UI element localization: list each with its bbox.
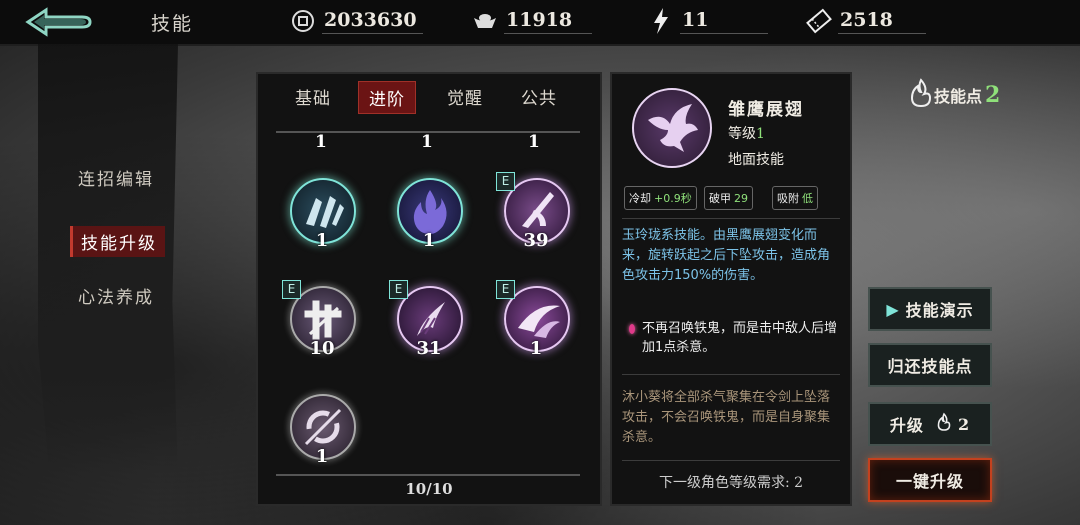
detail-divider [622, 374, 840, 375]
coin-value: 2033630 [322, 9, 423, 34]
stat-value: 低 [802, 192, 813, 205]
stat-cooldown: 冷却 +0.9秒 [624, 186, 697, 210]
enhanced-badge: E [282, 280, 301, 299]
stat-value: +0.9秒 [654, 192, 692, 205]
energy-value: 11 [680, 9, 768, 34]
tab-common[interactable]: 公共 [521, 84, 557, 109]
skill-slot[interactable]: E 31 [389, 280, 469, 376]
skill-slot[interactable]: 1 [389, 178, 469, 268]
upgrade-button[interactable]: 升级 2 [868, 402, 992, 446]
stat-label: 冷却 [629, 192, 651, 205]
skill-level: 31 [416, 338, 442, 359]
menu-combo-edit[interactable]: 连招编辑 [78, 165, 154, 190]
skill-level-line: 等级1 [728, 123, 765, 143]
ingot-value: 11918 [504, 9, 592, 34]
skill-slot[interactable]: 1 [282, 394, 362, 484]
resource-tickets: 2518 [806, 7, 926, 35]
one-click-upgrade-button[interactable]: 一键升级 [868, 458, 992, 502]
play-icon: ▶ [886, 299, 900, 319]
resource-coins: 2033630 [290, 7, 423, 35]
skill-level: 10 [309, 338, 335, 359]
level-label: 等级 [728, 126, 756, 142]
skill-level: 1 [529, 338, 543, 359]
skill-description: 玉玲珑系技能。由黑鹰展翅变化而来，旋转跃起之后下坠攻击，造成角色攻击力150%的… [622, 228, 831, 283]
skill-type: 地面技能 [728, 152, 784, 168]
refund-skill-points-button[interactable]: 归还技能点 [868, 343, 992, 387]
skill-slot[interactable]: E 39 [496, 172, 576, 268]
level-requirement: 下一级角色等级需求: 2 [658, 475, 804, 491]
stat-armor-break: 破甲 29 [704, 186, 753, 210]
menu-skill-upgrade[interactable]: 技能升级 [70, 226, 165, 257]
skill-points-label: 技能点 [934, 87, 983, 106]
skill-level: 1 [315, 446, 329, 467]
skill-level-partial: 1 [421, 132, 433, 152]
skill-demo-label: 技能演示 [905, 301, 974, 320]
skill-level: 1 [422, 230, 436, 251]
skill-level-partial: 1 [315, 132, 327, 152]
ticket-value: 2518 [838, 9, 926, 34]
upgrade-label: 升级 [889, 416, 924, 435]
skill-detail-panel: 雏鹰展翅 等级1 地面技能 冷却 +0.9秒 破甲 29 吸附低 玉玲珑系技能。由黑… [610, 72, 852, 506]
skill-slot[interactable]: E 10 [282, 280, 362, 376]
skill-points: 技能点 2 [908, 78, 1000, 112]
skill-points-value: 2 [985, 82, 1001, 108]
left-menu-panel [38, 44, 178, 474]
skill-level: 39 [523, 230, 549, 251]
skill-name: 雏鹰展翅 [728, 100, 804, 120]
tab-awaken[interactable]: 觉醒 [447, 84, 483, 109]
detail-divider [622, 218, 840, 219]
skill-lore: 沐小葵将全部杀气聚集在令剑上坠落攻击，不会召唤铁鬼，而是自身聚集杀意。 [622, 390, 831, 445]
page-indicator: 10/10 [405, 480, 453, 498]
skill-demo-button[interactable]: ▶ 技能演示 [868, 287, 992, 331]
skill-extra-effect: 不再召唤铁鬼，而是击中敌人后增加1点杀意。 [642, 321, 838, 355]
lightning-icon [648, 8, 674, 34]
skill-level-partial: 1 [528, 132, 540, 152]
skill-slot[interactable]: E 1 [496, 280, 576, 376]
resource-ingots: 11918 [472, 7, 592, 35]
stat-value: 29 [734, 191, 748, 205]
top-bar: 技能 2033630 11918 11 2518 [0, 0, 1080, 46]
enhanced-badge: E [496, 172, 515, 191]
resource-energy: 11 [648, 7, 768, 35]
level-value: 1 [756, 126, 765, 142]
eagle-icon [632, 88, 712, 168]
skill-level: 1 [315, 230, 329, 251]
tab-basic[interactable]: 基础 [295, 84, 331, 109]
menu-mind-cultivation[interactable]: 心法养成 [78, 283, 154, 308]
skill-tabs: 基础 进阶 觉醒 公共 [258, 81, 600, 118]
bullet-gem-icon [629, 324, 635, 334]
spirit-flame-icon [936, 412, 952, 436]
stat-label: 吸附 [777, 192, 799, 205]
enhanced-badge: E [389, 280, 408, 299]
pager-divider [276, 474, 580, 476]
coin-icon [290, 8, 316, 34]
upgrade-cost: 2 [957, 414, 971, 434]
stat-label: 破甲 [709, 192, 731, 205]
ingot-icon [472, 8, 498, 34]
spirit-flame-icon [908, 78, 934, 112]
stat-absorb: 吸附低 [772, 186, 818, 210]
skill-slot[interactable]: 1 [282, 178, 362, 268]
ticket-icon [806, 8, 832, 34]
tab-advanced[interactable]: 进阶 [358, 81, 416, 114]
enhanced-badge: E [496, 280, 515, 299]
detail-divider [622, 460, 840, 461]
back-arrow-icon[interactable] [24, 6, 94, 38]
skill-list-panel: 基础 进阶 觉醒 公共 1 1 1 1 1 E 39 E 10 E 31 E 1… [256, 72, 602, 506]
page-title: 技能 [151, 13, 194, 35]
